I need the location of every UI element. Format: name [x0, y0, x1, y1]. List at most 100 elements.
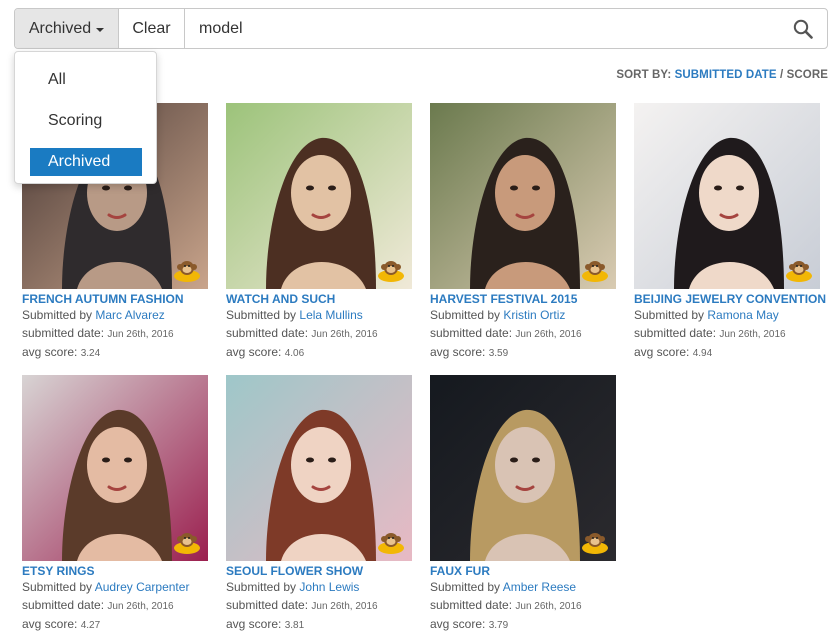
submitted-date-value: Jun 26th, 2016 — [311, 329, 378, 340]
submitted-by-line: Submitted by Lela Mullins — [226, 308, 416, 323]
submitted-by-label: Submitted by — [226, 308, 297, 322]
submitted-by-line: Submitted by Audrey Carpenter — [22, 580, 212, 595]
avg-score-value: 3.24 — [80, 348, 101, 359]
avg-score-label: avg score: — [634, 345, 690, 359]
submitted-date-line: submitted date: Jun 26th, 2016 — [430, 598, 620, 614]
menu-item-all[interactable]: All — [30, 66, 142, 94]
status-filter-dropdown-button[interactable]: Archived — [15, 9, 119, 48]
entry-thumbnail[interactable] — [634, 103, 820, 289]
monkey-badge-icon — [582, 261, 608, 282]
sort-option-submitted-date[interactable]: SUBMITTED DATE — [675, 69, 777, 81]
search-input[interactable] — [185, 9, 779, 48]
submitted-date-label: submitted date: — [226, 598, 309, 612]
entry-thumbnail[interactable] — [430, 103, 616, 289]
submitted-date-label: submitted date: — [226, 326, 309, 340]
submitted-by-line: Submitted by Kristin Ortiz — [430, 308, 620, 323]
entry-title[interactable]: ETSY RINGS — [22, 564, 212, 578]
avg-score-value: 4.06 — [284, 348, 305, 359]
submitted-date-label: submitted date: — [634, 326, 717, 340]
submitted-date-value: Jun 26th, 2016 — [311, 601, 378, 612]
entry-thumbnail[interactable] — [226, 103, 412, 289]
submitted-by-label: Submitted by — [22, 308, 93, 322]
submitted-date-label: submitted date: — [22, 326, 105, 340]
avg-score-value: 3.81 — [284, 620, 305, 631]
author-link[interactable]: Amber Reese — [503, 580, 576, 594]
avg-score-line: avg score: 3.79 — [430, 617, 620, 633]
entry-thumbnail[interactable] — [226, 375, 412, 561]
sort-by-label: SORT BY: — [616, 69, 672, 81]
entry-card: BEIJING JEWELRY CONVENTION Submitted by … — [634, 103, 826, 361]
avg-score-line: avg score: 4.94 — [634, 345, 824, 361]
author-link[interactable]: Marc Alvarez — [95, 308, 164, 322]
clear-button[interactable]: Clear — [119, 9, 185, 48]
avg-score-label: avg score: — [430, 345, 486, 359]
submitted-date-label: submitted date: — [430, 326, 513, 340]
entry-card: ETSY RINGS Submitted by Audrey Carpenter… — [22, 375, 212, 633]
avg-score-value: 4.94 — [692, 348, 713, 359]
submitted-by-label: Submitted by — [430, 308, 501, 322]
avg-score-value: 3.79 — [488, 620, 509, 631]
entry-title[interactable]: FAUX FUR — [430, 564, 620, 578]
submitted-by-line: Submitted by Ramona May — [634, 308, 824, 323]
monkey-badge-icon — [174, 261, 200, 282]
submitted-by-label: Submitted by — [226, 580, 297, 594]
submitted-by-line: Submitted by John Lewis — [226, 580, 416, 595]
author-link[interactable]: Kristin Ortiz — [503, 308, 565, 322]
status-filter-label: Archived — [28, 19, 92, 37]
submitted-by-label: Submitted by — [634, 308, 705, 322]
entry-card: FAUX FUR Submitted by Amber Reese submit… — [430, 375, 620, 633]
submitted-by-line: Submitted by Marc Alvarez — [22, 308, 212, 323]
menu-item-archived[interactable]: Archived — [30, 148, 142, 176]
author-link[interactable]: Ramona May — [707, 308, 778, 322]
sort-separator: / — [780, 69, 784, 81]
avg-score-line: avg score: 4.06 — [226, 345, 416, 361]
entry-thumbnail[interactable] — [430, 375, 616, 561]
submitted-date-value: Jun 26th, 2016 — [107, 601, 174, 612]
monkey-badge-icon — [786, 261, 812, 282]
submitted-by-label: Submitted by — [430, 580, 501, 594]
entry-card: WATCH AND SUCH Submitted by Lela Mullins… — [226, 103, 416, 361]
author-link[interactable]: John Lewis — [299, 580, 359, 594]
author-link[interactable]: Audrey Carpenter — [95, 580, 190, 594]
submitted-date-line: submitted date: Jun 26th, 2016 — [22, 598, 212, 614]
author-link[interactable]: Lela Mullins — [299, 308, 362, 322]
avg-score-value: 4.27 — [80, 620, 101, 631]
avg-score-label: avg score: — [226, 617, 282, 631]
entry-card: SEOUL FLOWER SHOW Submitted by John Lewi… — [226, 375, 416, 633]
avg-score-label: avg score: — [22, 617, 78, 631]
submitted-date-line: submitted date: Jun 26th, 2016 — [430, 326, 620, 342]
monkey-badge-icon — [378, 261, 404, 282]
search-icon[interactable] — [779, 9, 827, 48]
submitted-date-value: Jun 26th, 2016 — [107, 329, 174, 340]
submitted-date-value: Jun 26th, 2016 — [719, 329, 786, 340]
submitted-date-line: submitted date: Jun 26th, 2016 — [226, 326, 416, 342]
avg-score-label: avg score: — [226, 345, 282, 359]
monkey-badge-icon — [378, 533, 404, 554]
entry-thumbnail[interactable] — [22, 375, 208, 561]
sort-option-score[interactable]: SCORE — [787, 69, 828, 81]
submitted-by-label: Submitted by — [22, 580, 93, 594]
entry-title[interactable]: SEOUL FLOWER SHOW — [226, 564, 416, 578]
avg-score-label: avg score: — [22, 345, 78, 359]
entry-title[interactable]: BEIJING JEWELRY CONVENTION — [634, 292, 826, 306]
submitted-date-value: Jun 26th, 2016 — [515, 329, 582, 340]
search-bar: Archived Clear — [14, 8, 828, 49]
submitted-date-line: submitted date: Jun 26th, 2016 — [226, 598, 416, 614]
entry-title[interactable]: WATCH AND SUCH — [226, 292, 416, 306]
submitted-date-value: Jun 26th, 2016 — [515, 601, 582, 612]
avg-score-line: avg score: 3.59 — [430, 345, 620, 361]
avg-score-line: avg score: 3.24 — [22, 345, 212, 361]
avg-score-value: 3.59 — [488, 348, 509, 359]
submitted-date-label: submitted date: — [22, 598, 105, 612]
sort-by: SORT BY: SUBMITTED DATE / SCORE — [616, 69, 828, 81]
status-filter-menu: All Scoring Archived — [14, 51, 157, 184]
avg-score-label: avg score: — [430, 617, 486, 631]
menu-item-scoring[interactable]: Scoring — [30, 107, 142, 135]
entry-title[interactable]: FRENCH AUTUMN FASHION — [22, 292, 212, 306]
monkey-badge-icon — [582, 533, 608, 554]
submitted-date-line: submitted date: Jun 26th, 2016 — [22, 326, 212, 342]
caret-down-icon — [96, 27, 105, 32]
submitted-by-line: Submitted by Amber Reese — [430, 580, 620, 595]
entry-title[interactable]: HARVEST FESTIVAL 2015 — [430, 292, 620, 306]
avg-score-line: avg score: 4.27 — [22, 617, 212, 633]
